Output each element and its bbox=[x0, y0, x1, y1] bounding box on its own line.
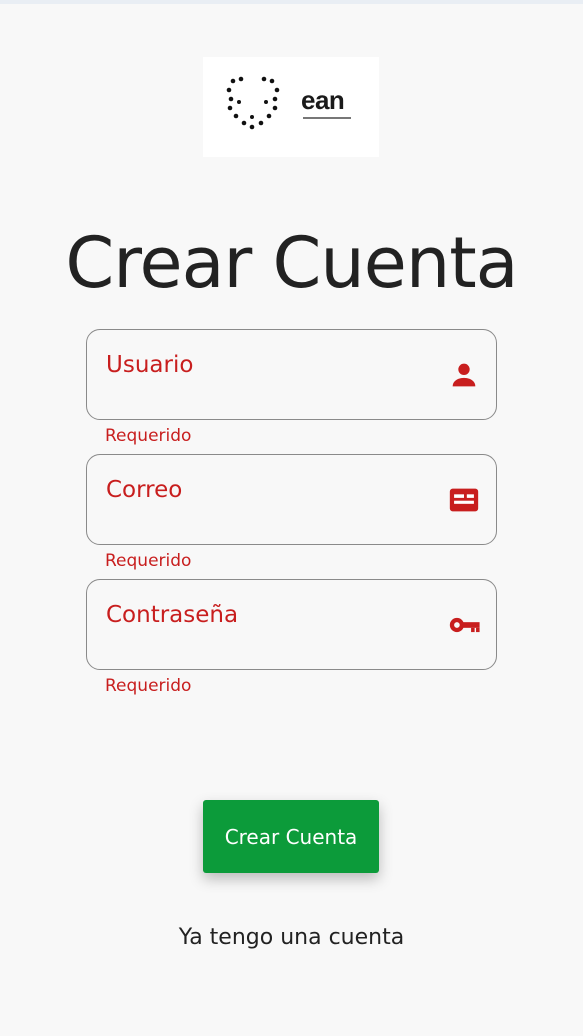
login-link[interactable]: Ya tengo una cuenta bbox=[0, 925, 583, 950]
email-card-icon bbox=[449, 488, 479, 512]
email-label: Correo bbox=[106, 477, 183, 503]
ean-logo-icon bbox=[226, 76, 351, 130]
logo-wordmark: ean bbox=[301, 85, 345, 115]
username-label: Usuario bbox=[106, 352, 194, 378]
page-title: Crear Cuenta bbox=[65, 222, 518, 304]
signup-screen: ean Crear Cuenta Usuario Requerido Corre… bbox=[0, 0, 583, 1036]
username-helper: Requerido bbox=[105, 426, 192, 446]
person-icon bbox=[452, 363, 476, 387]
brand-logo: ean bbox=[203, 57, 379, 157]
password-label: Contraseña bbox=[106, 602, 239, 628]
key-icon bbox=[449, 617, 480, 633]
username-input[interactable] bbox=[105, 382, 445, 410]
password-field[interactable]: Contraseña bbox=[86, 579, 497, 670]
create-account-button[interactable]: Crear Cuenta bbox=[203, 800, 379, 873]
email-helper: Requerido bbox=[105, 551, 192, 571]
email-input[interactable] bbox=[105, 507, 445, 535]
password-helper: Requerido bbox=[105, 676, 192, 696]
email-field[interactable]: Correo bbox=[86, 454, 497, 545]
username-field[interactable]: Usuario bbox=[86, 329, 497, 420]
status-bar-strip bbox=[0, 0, 583, 4]
password-input[interactable] bbox=[105, 632, 445, 660]
